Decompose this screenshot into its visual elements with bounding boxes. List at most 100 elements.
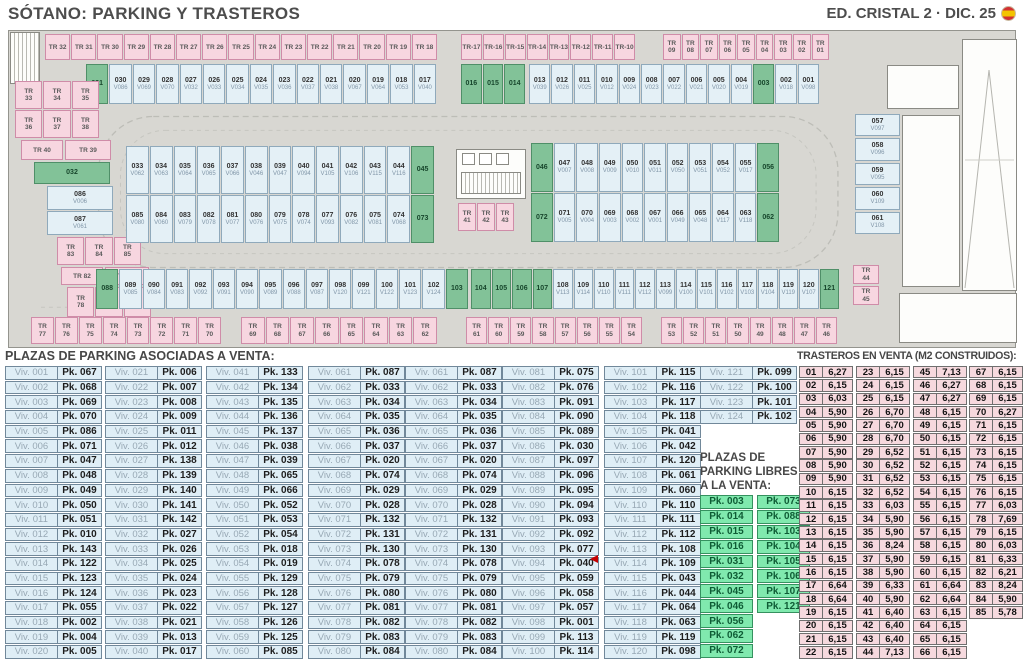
page-title: SÓTANO: PARKING Y TRASTEROS xyxy=(8,4,300,24)
trastero-number: 76 xyxy=(63,331,70,339)
tr-middle: TR41TR42TR43 xyxy=(458,203,514,231)
viv-cell: Viv. 021 xyxy=(105,366,158,380)
trastero-number: 20 xyxy=(799,620,823,632)
trastero-size: 5,90 xyxy=(823,446,853,458)
trastero-number: 55 xyxy=(913,499,937,511)
parking-number: 064 xyxy=(717,210,729,218)
trastero-number: 70 xyxy=(969,406,993,418)
table-row: Viv. 118Pk. 063 xyxy=(604,616,701,630)
pk-cell: Pk. 080 xyxy=(361,586,405,600)
trastero-label: TR xyxy=(181,323,190,331)
trastero-label: TR xyxy=(494,323,503,331)
parking-number: 029 xyxy=(138,77,150,85)
table-row: Viv. 023Pk. 008 xyxy=(105,395,202,409)
trastero-room: TR55 xyxy=(599,317,620,344)
viv-cell: Viv. 083 xyxy=(502,395,555,409)
trastero-size: 6,27 xyxy=(937,393,967,405)
table-row: Viv. 062Pk. 033 xyxy=(308,381,405,395)
table-row: Viv. 061Pk. 087 xyxy=(405,366,502,380)
table-row: Viv. 066Pk. 037 xyxy=(308,439,405,453)
trastero-number: 69 xyxy=(249,331,256,339)
parking-code: V076 xyxy=(249,220,263,227)
trastero-row: 486,15 xyxy=(913,406,967,418)
trastero-room: TR 25 xyxy=(228,34,253,60)
parking-number: 057 xyxy=(872,118,884,126)
trastero-room: TR 20 xyxy=(359,34,384,60)
trastero-number: 02 xyxy=(799,379,823,391)
table-row: Viv. 070Pk. 028 xyxy=(405,498,502,512)
trastero-label: TR xyxy=(689,323,698,331)
viv-cell: Viv. 045 xyxy=(206,425,259,439)
pk-cell: Pk. 037 xyxy=(361,439,405,453)
table-row: Viv. 020Pk. 005 xyxy=(5,645,102,659)
parking-code: V070 xyxy=(160,85,174,92)
parking-space: 092V092 xyxy=(189,269,211,309)
table-row: Viv. 004Pk. 070 xyxy=(5,410,102,424)
pk-cell: Pk. 115 xyxy=(657,366,701,380)
parking-code: V074 xyxy=(297,220,311,227)
parking-number: 092 xyxy=(195,282,207,290)
parking-code: V078 xyxy=(202,220,216,227)
parking-code: V111 xyxy=(618,290,631,297)
table-row: Viv. 072Pk. 131 xyxy=(308,528,405,542)
viv-cell: Viv. 079 xyxy=(405,630,458,644)
parking-space: 025V034 xyxy=(226,64,248,104)
trastero-label: TR xyxy=(734,323,743,331)
parking-number: 077 xyxy=(322,212,334,220)
parking-space: 048V008 xyxy=(576,143,598,192)
pk-cell: Pk. 023 xyxy=(158,586,202,600)
trastero-size: 6,15 xyxy=(993,419,1023,431)
pk-cell: Pk. 134 xyxy=(259,381,303,395)
pk-cell: Pk. 020 xyxy=(458,454,502,468)
viv-cell: Viv. 081 xyxy=(502,366,555,380)
parking-table-col-6: Viv. 081Pk. 075Viv. 082Pk. 076Viv. 083Pk… xyxy=(502,366,599,660)
table-row: Viv. 003Pk. 069 xyxy=(5,395,102,409)
trastero-room: TR 39 xyxy=(65,140,111,160)
parking-number: 071 xyxy=(559,210,571,218)
parking-code: V020 xyxy=(712,85,726,92)
trastero-number: 84 xyxy=(95,251,102,259)
pk-cell: Pk. 120 xyxy=(657,454,701,468)
parking-number: 040 xyxy=(298,163,310,171)
trastero-row: 216,15 xyxy=(799,633,853,645)
pk-cell: Pk. 070 xyxy=(58,410,102,424)
table-row: Viv. 073Pk. 130 xyxy=(405,542,502,556)
building-title: ED. CRISTAL 2 · DIC. 25 xyxy=(827,5,1016,22)
trastero-number: 31 xyxy=(856,473,880,485)
trastero-number: 64 xyxy=(372,331,379,339)
trastero-size: 6,15 xyxy=(880,379,910,391)
parking-space: 075V081 xyxy=(364,195,387,243)
trastero-label: TR xyxy=(248,323,257,331)
table-row: Viv. 006Pk. 071 xyxy=(5,439,102,453)
trastero-number: 81 xyxy=(969,553,993,565)
pk-cell: Pk. 116 xyxy=(657,381,701,395)
parking-space: 045 xyxy=(411,146,434,194)
viv-cell: Viv. 016 xyxy=(5,586,58,600)
trastero-row: 296,52 xyxy=(856,446,910,458)
table-row: Viv. 055Pk. 129 xyxy=(206,572,303,586)
parking-space: 107 xyxy=(533,269,553,309)
parking-space: 088 xyxy=(96,269,118,309)
table-row: Viv. 122Pk. 100 xyxy=(700,381,797,395)
table-row: Viv. 083Pk. 091 xyxy=(502,395,599,409)
table-row: Viv. 038Pk. 021 xyxy=(105,616,202,630)
parking-space: 062 xyxy=(757,193,779,242)
table-row: Viv. 072Pk. 131 xyxy=(405,528,502,542)
trastero-size: 6,15 xyxy=(993,459,1023,471)
pk-cell: Pk. 132 xyxy=(458,513,502,527)
parking-space: 049V009 xyxy=(599,143,621,192)
parking-number: 055 xyxy=(740,160,752,168)
trastero-size: 6,15 xyxy=(993,473,1023,485)
table-row: Viv. 025Pk. 011 xyxy=(105,425,202,439)
pk-cell: Pk. 130 xyxy=(361,542,405,556)
trastero-row: 686,15 xyxy=(969,379,1023,391)
viv-cell: Viv. 049 xyxy=(206,484,259,498)
parking-code: V113 xyxy=(556,290,570,297)
trastero-row: 146,15 xyxy=(799,539,853,551)
table-row: Viv. 109Pk. 060 xyxy=(604,484,701,498)
pk-cell: Pk. 024 xyxy=(158,572,202,586)
pk-cell: Pk. 137 xyxy=(259,425,303,439)
parking-code: V119 xyxy=(781,290,795,297)
pk-cell: Pk. 109 xyxy=(657,557,701,571)
trastero-room: TR59 xyxy=(510,317,531,344)
